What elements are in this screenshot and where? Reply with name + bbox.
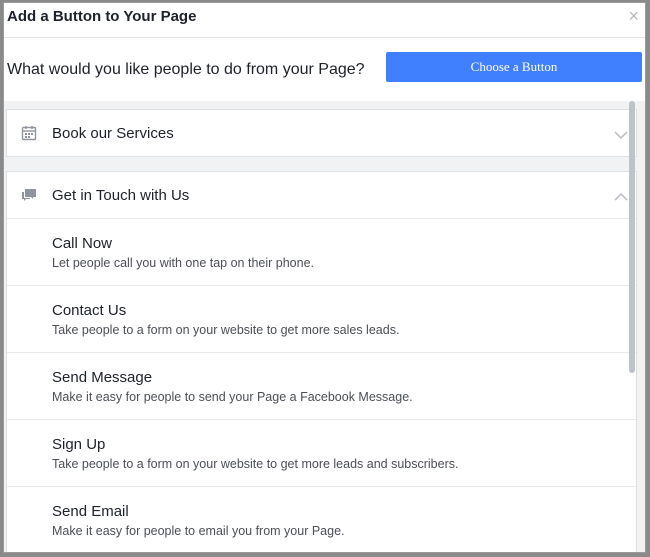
option-send-message[interactable]: Send Message Make it easy for people to …: [7, 352, 636, 420]
section-title: Book our Services: [52, 125, 174, 142]
scrollbar-thumb[interactable]: [629, 101, 635, 373]
option-contact-us[interactable]: Contact Us Take people to a form on your…: [7, 285, 636, 353]
question-text: What would you like people to do from yo…: [7, 61, 365, 78]
option-label: Send Message: [52, 369, 153, 386]
option-description: Take people to a form on your website to…: [52, 457, 459, 471]
option-sign-up[interactable]: Sign Up Take people to a form on your we…: [7, 419, 636, 487]
section-header-get-in-touch[interactable]: Get in Touch with Us: [7, 172, 636, 218]
option-description: Let people call you with one tap on thei…: [52, 256, 314, 270]
section-book-services: Book our Services: [6, 109, 637, 157]
option-label: Sign Up: [52, 436, 106, 453]
option-label: Send Email: [52, 503, 129, 520]
dialog-header: Add a Button to Your Page ×: [4, 3, 645, 38]
section-title: Get in Touch with Us: [52, 187, 190, 204]
section-get-in-touch: Get in Touch with Us Call Now Let people…: [6, 171, 637, 552]
option-label: Call Now: [52, 235, 113, 252]
dialog-title: Add a Button to Your Page: [7, 8, 197, 25]
close-icon[interactable]: ×: [628, 7, 639, 25]
option-description: Make it easy for people to email you fro…: [52, 524, 345, 538]
chevron-down-icon[interactable]: [614, 127, 628, 140]
chat-icon: [21, 187, 37, 203]
option-description: Make it easy for people to send your Pag…: [52, 390, 413, 404]
option-send-email[interactable]: Send Email Make it easy for people to em…: [7, 486, 636, 552]
option-description: Take people to a form on your website to…: [52, 323, 400, 337]
option-label: Contact Us: [52, 302, 127, 319]
section-header-book-services[interactable]: Book our Services: [7, 110, 636, 156]
add-button-dialog: Add a Button to Your Page × What would y…: [3, 2, 646, 553]
chevron-up-icon[interactable]: [614, 189, 628, 201]
button-options-list[interactable]: Book our Services Get in Touch with Us C…: [4, 101, 645, 552]
question-row: What would you like people to do from yo…: [4, 37, 645, 101]
calendar-icon: [21, 125, 37, 141]
option-call-now[interactable]: Call Now Let people call you with one ta…: [7, 218, 636, 286]
choose-button[interactable]: Choose a Button: [386, 52, 642, 82]
